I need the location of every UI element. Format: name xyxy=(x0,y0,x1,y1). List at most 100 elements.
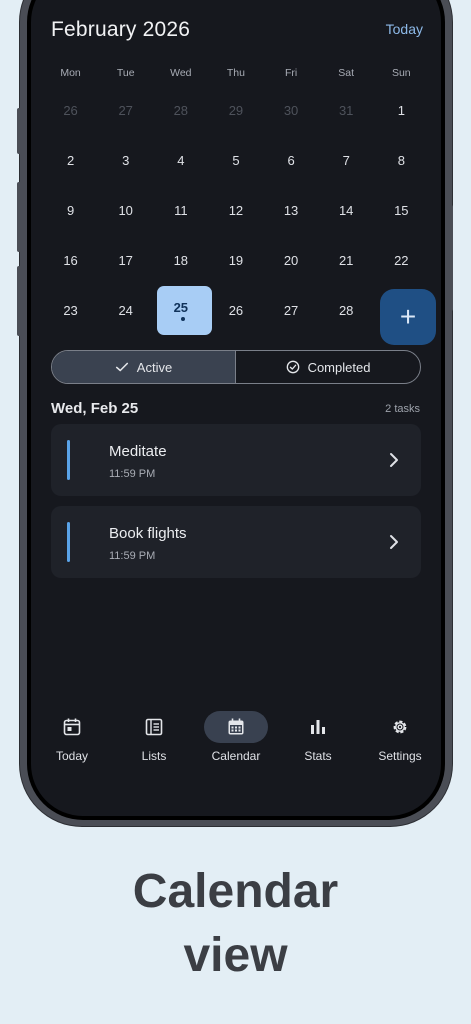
month-title: February 2026 xyxy=(51,18,191,41)
day-number: 1 xyxy=(397,102,405,118)
weekday-label: Mon xyxy=(60,67,81,79)
calendar-day[interactable]: 23 xyxy=(43,285,98,335)
task-card[interactable]: Meditate 11:59 PM xyxy=(51,424,421,496)
calendar-day[interactable]: 27 xyxy=(98,85,153,135)
nav-item-stats[interactable]: Stats xyxy=(277,710,359,780)
list-icon xyxy=(145,718,163,736)
calendar-day[interactable]: 20 xyxy=(264,235,319,285)
nav-label: Lists xyxy=(141,749,167,763)
task-indicator-dot xyxy=(180,317,185,321)
filter-active-tab[interactable]: Active xyxy=(52,351,236,383)
bottom-navigation: Today Lists Calendar Stats Settings xyxy=(31,710,441,780)
calendar-day[interactable]: 6 xyxy=(264,135,319,185)
calendar-day[interactable]: 30 xyxy=(264,85,319,135)
day-number: 8 xyxy=(397,152,405,168)
calendar-day[interactable]: 5 xyxy=(208,135,263,185)
day-number: 22 xyxy=(394,252,409,268)
caption: Calendar view xyxy=(0,860,471,988)
calendar-day[interactable]: 28 xyxy=(153,85,208,135)
day-number: 26 xyxy=(228,302,244,318)
nav-item-settings[interactable]: Settings xyxy=(359,710,441,780)
calendar-day[interactable]: 27 xyxy=(264,285,319,335)
calendar-day[interactable]: 13 xyxy=(264,185,319,235)
day-number: 7 xyxy=(342,152,350,168)
day-number: 18 xyxy=(173,252,189,268)
calendar-day-icon xyxy=(63,718,81,736)
chevron-right-icon xyxy=(390,453,398,467)
day-number: 30 xyxy=(283,102,299,118)
calendar-day[interactable]: 3 xyxy=(98,135,153,185)
status-filter: Active Completed xyxy=(51,350,421,384)
task-card[interactable]: Book flights 11:59 PM xyxy=(51,506,421,578)
weekday-label: Wed xyxy=(170,67,192,79)
task-color-bar xyxy=(67,440,70,480)
task-time: 11:59 PM xyxy=(109,468,156,480)
nav-label: Settings xyxy=(378,749,422,763)
weekday-label: Sat xyxy=(338,67,355,79)
nav-label: Calendar xyxy=(211,749,261,763)
day-number: 21 xyxy=(338,252,354,268)
calendar-day[interactable]: 2 xyxy=(43,135,98,185)
day-number: 5 xyxy=(232,152,240,168)
selected-date-title: Wed, Feb 25 xyxy=(51,400,139,417)
day-number: 26 xyxy=(63,102,78,118)
calendar-day[interactable]: 21 xyxy=(319,235,374,285)
day-number: 24 xyxy=(118,302,133,318)
nav-item-today[interactable]: Today xyxy=(31,710,113,780)
day-number: 11 xyxy=(174,202,188,218)
calendar-day[interactable]: 24 xyxy=(98,285,153,335)
calendar-day[interactable]: 17 xyxy=(98,235,153,285)
nav-label: Stats xyxy=(304,749,332,763)
day-number: 19 xyxy=(228,252,244,268)
add-task-button[interactable]: + xyxy=(380,289,436,345)
nav-icon-container xyxy=(122,711,186,743)
day-number: 12 xyxy=(228,202,244,218)
filter-completed-label: Completed xyxy=(307,359,371,375)
nav-icon-container xyxy=(286,711,350,743)
calendar-day[interactable]: 4 xyxy=(153,135,208,185)
nav-item-calendar[interactable]: Calendar xyxy=(195,710,277,780)
task-title: Book flights xyxy=(109,525,187,542)
day-number: 9 xyxy=(66,202,75,218)
weekday-label: Tue xyxy=(116,67,135,79)
calendar-day[interactable]: 14 xyxy=(319,185,374,235)
calendar-day[interactable]: 16 xyxy=(43,235,98,285)
calendar-day[interactable]: 7 xyxy=(319,135,374,185)
task-count: 2 tasks xyxy=(385,403,420,415)
day-number: 17 xyxy=(118,252,133,268)
calendar-day[interactable]: 26 xyxy=(208,285,263,335)
calendar-icon xyxy=(228,718,244,735)
today-button[interactable]: Today xyxy=(386,21,423,37)
calendar-day[interactable]: 15 xyxy=(374,185,429,235)
calendar-day[interactable]: 9 xyxy=(43,185,98,235)
calendar-day[interactable]: 22 xyxy=(374,235,429,285)
calendar-day[interactable]: 10 xyxy=(98,185,153,235)
phone-side-button xyxy=(17,108,21,154)
calendar-day[interactable]: 18 xyxy=(153,235,208,285)
nav-item-lists[interactable]: Lists xyxy=(113,710,195,780)
day-number: 27 xyxy=(283,302,299,318)
weekday-label: Sun xyxy=(391,67,411,79)
phone-side-button xyxy=(449,205,453,311)
day-number: 23 xyxy=(63,302,78,318)
day-number: 20 xyxy=(283,252,299,268)
task-time: 11:59 PM xyxy=(109,550,156,562)
calendar-day[interactable]: 11 xyxy=(153,185,208,235)
calendar-day[interactable]: 31 xyxy=(319,85,374,135)
calendar-day[interactable]: 1 xyxy=(374,85,429,135)
day-number: 10 xyxy=(118,202,133,218)
nav-icon-container xyxy=(204,711,268,743)
calendar-day[interactable]: 19 xyxy=(208,235,263,285)
calendar-day[interactable]: 29 xyxy=(208,85,263,135)
filter-active-label: Active xyxy=(136,359,173,375)
calendar-day[interactable]: 28 xyxy=(319,285,374,335)
caption-line: view xyxy=(183,929,288,982)
plus-icon: + xyxy=(399,301,417,332)
calendar-day-selected[interactable]: 25 xyxy=(153,285,213,335)
calendar-day[interactable]: 12 xyxy=(208,185,263,235)
day-number: 28 xyxy=(338,302,354,318)
calendar-day[interactable]: 26 xyxy=(43,85,98,135)
weekday-header: Mon Tue Wed Thu Fri Sat Sun xyxy=(43,67,429,79)
filter-completed-tab[interactable]: Completed xyxy=(236,351,420,383)
calendar-day[interactable]: 8 xyxy=(374,135,429,185)
